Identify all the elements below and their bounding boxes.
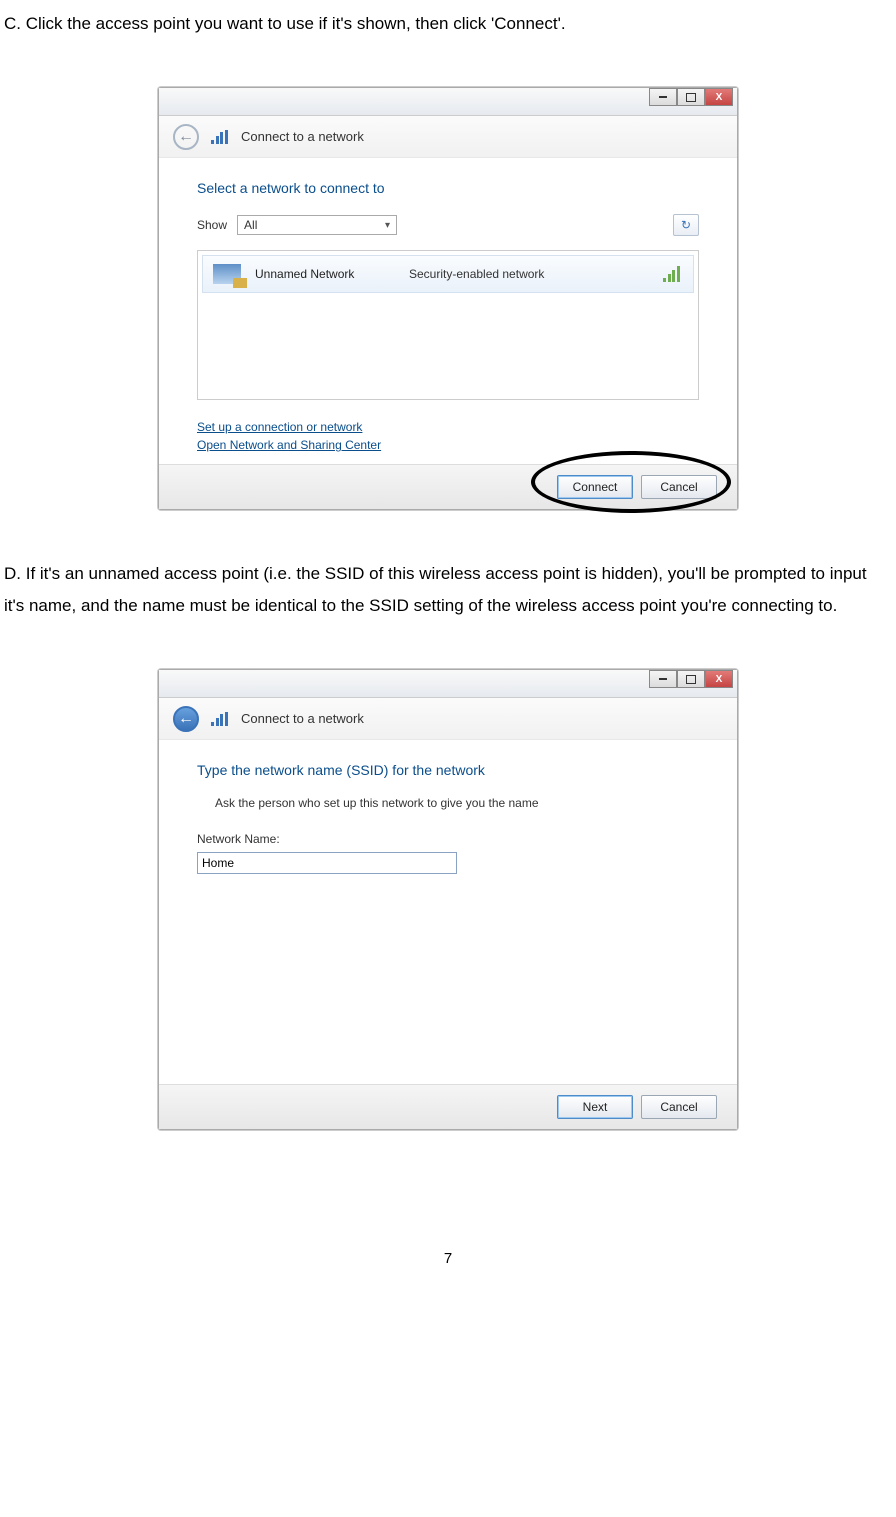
signal-icon	[663, 266, 683, 282]
nav-title: Connect to a network	[241, 711, 364, 726]
network-item[interactable]: Unnamed Network Security-enabled network	[202, 255, 694, 293]
minimize-button[interactable]	[649, 670, 677, 688]
subnote: Ask the person who set up this network t…	[215, 796, 699, 810]
nav-row: ← Connect to a network	[159, 698, 737, 740]
window-controls: X	[649, 670, 733, 697]
link-setup-connection[interactable]: Set up a connection or network	[197, 418, 699, 436]
show-label: Show	[197, 218, 227, 232]
nav-row: ← Connect to a network	[159, 116, 737, 158]
minimize-button[interactable]	[649, 88, 677, 106]
refresh-icon: ↻	[681, 218, 691, 232]
network-icon	[211, 130, 229, 144]
show-dropdown[interactable]: All	[237, 215, 397, 235]
maximize-button[interactable]	[677, 670, 705, 688]
network-item-name: Unnamed Network	[255, 267, 395, 281]
link-sharing-center[interactable]: Open Network and Sharing Center	[197, 436, 699, 454]
show-filter-row: Show All ↻	[197, 214, 699, 236]
instruction-c: C. Click the access point you want to us…	[0, 8, 896, 39]
nav-title: Connect to a network	[241, 129, 364, 144]
network-item-icon	[213, 264, 241, 284]
connect-network-dialog-2: X ← Connect to a network Type the networ…	[158, 669, 738, 1130]
back-icon[interactable]: ←	[173, 706, 199, 732]
close-button[interactable]: X	[705, 88, 733, 106]
connect-network-dialog-1: X ← Connect to a network Select a networ…	[158, 87, 738, 510]
dialog-content: Type the network name (SSID) for the net…	[159, 740, 737, 1084]
cancel-button[interactable]: Cancel	[641, 1095, 717, 1119]
network-name-label: Network Name:	[197, 832, 699, 846]
network-item-security: Security-enabled network	[409, 267, 649, 281]
refresh-button[interactable]: ↻	[673, 214, 699, 236]
dialog-footer: Connect Cancel	[159, 464, 737, 509]
back-icon[interactable]: ←	[173, 124, 199, 150]
page-number: 7	[0, 1250, 896, 1267]
network-icon	[211, 712, 229, 726]
dialog-content: Select a network to connect to Show All …	[159, 158, 737, 464]
maximize-button[interactable]	[677, 88, 705, 106]
section-title: Select a network to connect to	[197, 180, 699, 196]
window-controls: X	[649, 88, 733, 115]
close-button[interactable]: X	[705, 670, 733, 688]
show-dropdown-value: All	[244, 218, 257, 232]
connect-button[interactable]: Connect	[557, 475, 633, 499]
next-button[interactable]: Next	[557, 1095, 633, 1119]
links: Set up a connection or network Open Netw…	[197, 418, 699, 454]
cancel-button[interactable]: Cancel	[641, 475, 717, 499]
titlebar: X	[159, 670, 737, 698]
network-name-input[interactable]	[197, 852, 457, 874]
instruction-d: D. If it's an unnamed access point (i.e.…	[4, 558, 892, 621]
section-title: Type the network name (SSID) for the net…	[197, 762, 699, 778]
titlebar: X	[159, 88, 737, 116]
dialog-footer: Next Cancel	[159, 1084, 737, 1129]
network-list: Unnamed Network Security-enabled network	[197, 250, 699, 400]
